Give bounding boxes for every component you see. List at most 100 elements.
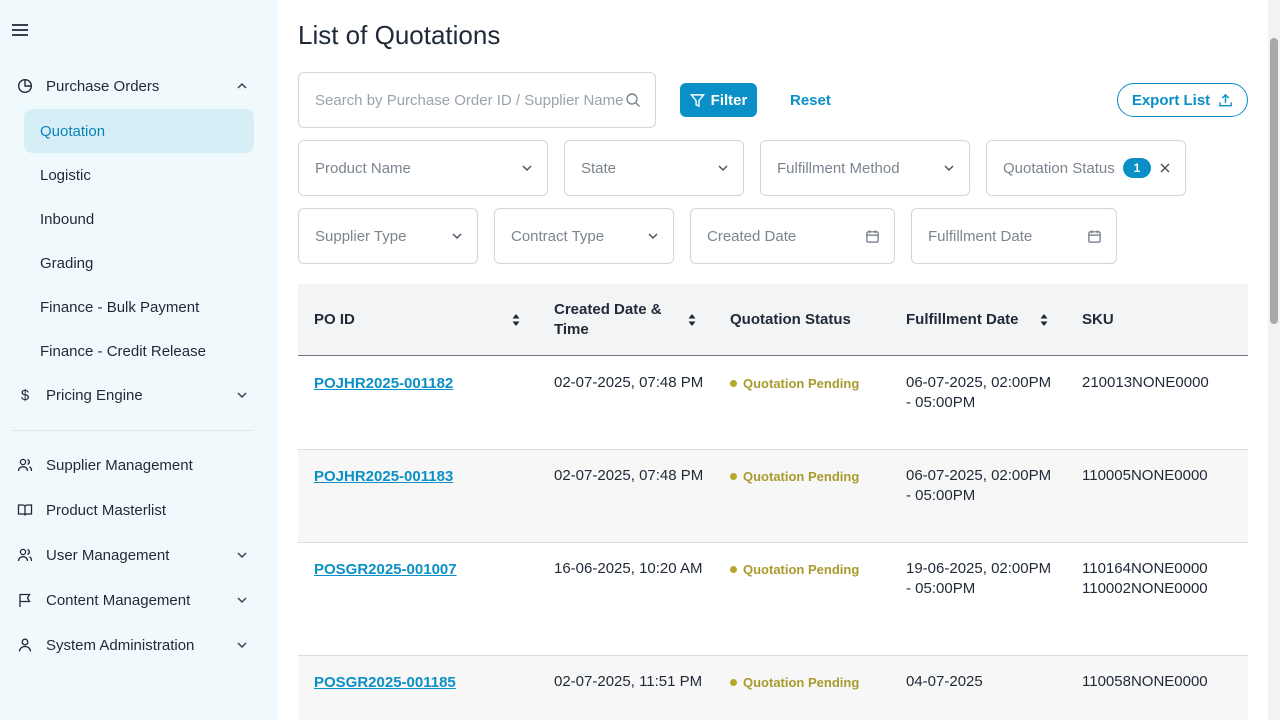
column-header-quotation-status: Quotation Status [730,284,851,356]
status-label: Quotation Pending [743,469,860,484]
po-id-link[interactable]: POJHR2025-001182 [314,374,453,394]
sub-item-label: Finance - Bulk Payment [40,298,200,316]
supplier-type-select[interactable]: Supplier Type [298,208,478,264]
sidebar-item-finance-credit-release[interactable]: Finance - Credit Release [24,329,254,373]
nav-purchase-orders[interactable]: Purchase Orders [12,66,254,106]
search-input[interactable]: Search by Purchase Order ID / Supplier N… [298,72,656,128]
contract-type-select[interactable]: Contract Type [494,208,674,264]
sidebar-item-finance-bulk-payment[interactable]: Finance - Bulk Payment [24,285,254,329]
nav-label: System Administration [46,636,195,654]
nav-product-masterlist[interactable]: Product Masterlist [12,490,254,530]
sku-line: 110002NONE0000 [1082,580,1208,597]
funnel-icon [689,93,705,107]
field-label: Contract Type [511,227,605,245]
po-id-link[interactable]: POSGR2025-001185 [314,673,456,693]
fulfillment-date-picker[interactable]: Fulfillment Date [911,208,1117,264]
fulfillment-date-cell: 06-07-2025, 02:00PM - 05:00PM [906,467,1052,504]
sub-item-label: Inbound [40,210,95,228]
column-header-sku: SKU [1082,284,1114,356]
chevron-up-icon[interactable] [236,80,248,92]
field-label: Fulfillment Method [777,159,900,177]
po-id-link[interactable]: POSGR2025-001007 [314,560,457,580]
chevron-down-icon [522,165,532,172]
sub-item-label: Grading [40,254,94,272]
sidebar-item-grading[interactable]: Grading [24,241,254,285]
nav-label: Supplier Management [46,456,193,474]
table-row: POSGR2025-001007 16-06-2025, 10:20 AM Qu… [298,543,1248,656]
filter-button[interactable]: Filter [680,83,757,117]
nav-user-management[interactable]: User Management [12,535,254,575]
po-id-link[interactable]: POJHR2025-001183 [314,467,453,487]
sidebar-divider [12,430,254,431]
sidebar-item-logistic[interactable]: Logistic [24,153,254,197]
sort-icon[interactable] [512,313,520,327]
status-dot [730,380,737,387]
status-badge: Quotation Pending [730,675,859,690]
export-list-button[interactable]: Export List [1117,83,1248,117]
sidebar: Purchase Orders Quotation Logistic Inbou… [0,0,278,720]
column-header-fulfillment-date[interactable]: Fulfillment Date [906,284,1019,356]
users-icon [16,546,34,564]
status-label: Quotation Pending [743,376,860,391]
product-name-select[interactable]: Product Name [298,140,548,196]
sort-icon[interactable] [688,313,696,327]
nav-supplier-management[interactable]: Supplier Management [12,445,254,485]
sort-icon[interactable] [1040,313,1048,327]
sidebar-item-quotation[interactable]: Quotation [24,109,254,153]
sub-item-label: Finance - Credit Release [40,342,206,360]
nav-label: Content Management [46,591,191,609]
fulfillment-method-select[interactable]: Fulfillment Method [760,140,970,196]
nav-system-administration[interactable]: System Administration [12,625,254,665]
chevron-down-icon[interactable] [236,639,248,651]
calendar-icon [1088,229,1101,243]
fulfillment-date-cell: 06-07-2025, 02:00PM - 05:00PM [906,374,1052,411]
nav-content-management[interactable]: Content Management [12,580,254,620]
menu-icon[interactable] [12,24,28,40]
sku-line: 110164NONE0000 [1082,560,1208,577]
status-dot [730,566,737,573]
chevron-down-icon[interactable] [236,389,248,401]
status-badge: Quotation Pending [730,376,859,391]
sku-cell: 210013NONE0000 [1082,374,1209,391]
chevron-down-icon [648,233,658,240]
sku-cell: 110164NONE0000 110002NONE0000 [1082,559,1208,599]
field-label: Fulfillment Date [928,227,1033,245]
pie-chart-icon [16,77,34,95]
state-select[interactable]: State [564,140,744,196]
close-icon[interactable] [1159,162,1171,174]
header-label: Quotation Status [730,311,851,328]
sku-cell: 110005NONE0000 [1082,467,1208,484]
field-label: Quotation Status [1003,159,1115,177]
reset-label: Reset [790,91,831,109]
header-label: SKU [1082,311,1114,328]
header-label: PO ID [314,311,355,328]
header-label: Fulfillment Date [906,311,1019,328]
reset-button[interactable]: Reset [782,83,839,117]
nav-pricing-engine[interactable]: $ Pricing Engine [12,375,254,415]
scrollbar-thumb[interactable] [1270,38,1278,324]
flag-icon [16,591,34,609]
header-label: Created Date & Time [554,301,662,338]
quotation-status-select[interactable]: Quotation Status 1 [986,140,1186,196]
column-header-created-date[interactable]: Created Date & Time [554,284,674,356]
field-label: Supplier Type [315,227,407,245]
export-label: Export List [1131,91,1211,109]
sidebar-item-inbound[interactable]: Inbound [24,197,254,241]
created-date-picker[interactable]: Created Date [690,208,895,264]
created-date-cell: 02-07-2025, 07:48 PM [554,467,704,484]
fulfillment-date-cell: 19-06-2025, 02:00PM - 05:00PM [906,560,1052,597]
chevron-down-icon[interactable] [236,549,248,561]
search-icon[interactable] [625,92,641,108]
table-row: POJHR2025-001183 02-07-2025, 07:48 PM Qu… [298,450,1248,543]
dollar-icon: $ [20,386,30,404]
table-header: PO ID Created Date & Time Quotation Stat… [298,284,1248,356]
nav-label: User Management [46,546,170,564]
field-label: Created Date [707,227,797,245]
vertical-scrollbar[interactable] [1268,0,1280,720]
chevron-down-icon[interactable] [236,594,248,606]
column-header-po-id[interactable]: PO ID [314,284,355,356]
calendar-icon [866,229,879,243]
nav-label: Pricing Engine [46,386,143,404]
status-dot [730,473,737,480]
chevron-down-icon [452,233,462,240]
